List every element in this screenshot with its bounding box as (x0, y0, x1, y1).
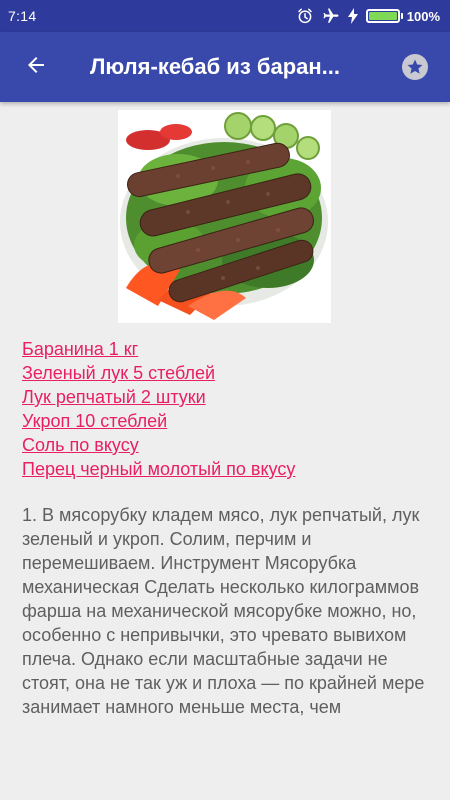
ingredient-link[interactable]: Соль по вкусу (22, 433, 432, 457)
recipe-image (118, 110, 331, 323)
airplane-mode-icon (322, 7, 340, 25)
arrow-back-icon (24, 53, 48, 82)
back-button[interactable] (0, 32, 72, 102)
status-time: 7:14 (8, 8, 37, 24)
ingredient-link[interactable]: Зеленый лук 5 стеблей (22, 361, 432, 385)
star-icon (402, 54, 428, 80)
battery-level (368, 12, 397, 20)
app-bar: Люля-кебаб из баран... (0, 32, 450, 102)
alarm-icon (296, 7, 314, 25)
ingredient-link[interactable]: Укроп 10 стеблей (22, 409, 432, 433)
status-icons: 100% (296, 7, 440, 25)
instructions-text: 1. В мясорубку кладем мясо, лук репчатый… (22, 505, 425, 717)
ingredients-list: Баранина 1 кг Зеленый лук 5 стеблей Лук ре… (22, 337, 432, 481)
ingredient-link[interactable]: Лук репчатый 2 штуки (22, 385, 432, 409)
page-title: Люля-кебаб из баран... (90, 54, 340, 79)
charging-icon (347, 8, 358, 24)
ingredient-link[interactable]: Перец черный молотый по вкусу (22, 457, 432, 481)
battery-percent: 100% (406, 8, 440, 24)
status-bar: 7:14 100% (0, 0, 450, 32)
favorite-button[interactable] (380, 32, 450, 102)
battery-icon: 100% (365, 8, 440, 24)
ingredient-link[interactable]: Баранина 1 кг (22, 337, 432, 361)
